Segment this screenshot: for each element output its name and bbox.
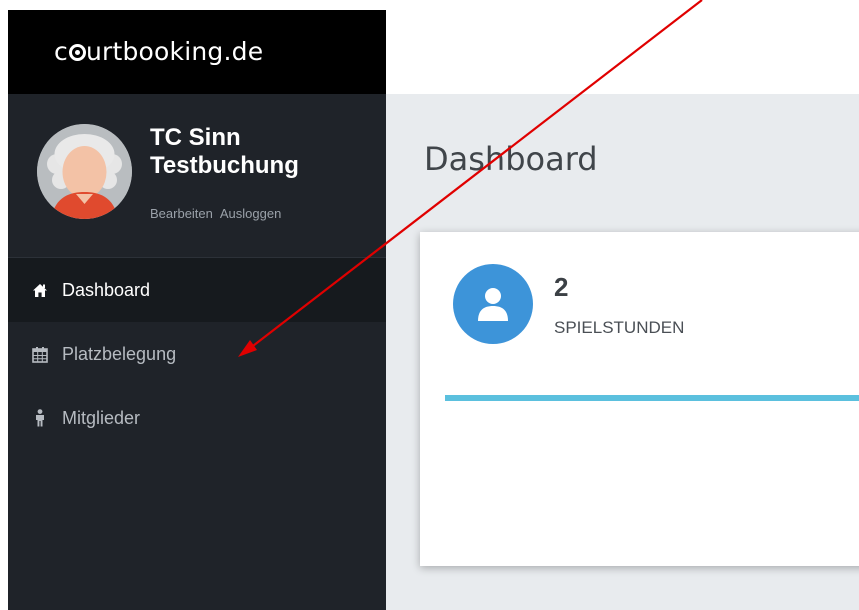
avatar <box>37 124 132 219</box>
sidebar-item-label: Dashboard <box>62 279 151 300</box>
brand-prefix: c <box>54 37 68 66</box>
calendar-icon <box>30 344 50 364</box>
progress-bar-fill <box>445 395 859 401</box>
sidebar-item-label: Mitglieder <box>62 407 141 428</box>
home-icon <box>30 280 50 300</box>
user-icon <box>453 264 533 344</box>
edit-profile-link[interactable]: Bearbeiten <box>150 206 213 221</box>
profile-panel: TC Sinn Testbuchung Bearbeiten Ausloggen <box>8 94 386 258</box>
club-name-line2: Testbuchung <box>150 152 299 179</box>
stat-label: SPIELSTUNDEN <box>554 318 685 337</box>
logout-link[interactable]: Ausloggen <box>220 206 281 221</box>
sidebar-item-mitglieder[interactable]: Mitglieder <box>8 386 386 450</box>
profile-links: Bearbeiten Ausloggen <box>150 206 288 221</box>
app-window: c urtbooking.de TC Sinn Testbuchung Bear… <box>8 10 859 610</box>
stat-value: 2 <box>554 272 569 302</box>
ball-logo-icon <box>68 44 86 61</box>
top-bar <box>386 10 859 94</box>
brand-suffix: urtbooking.de <box>85 37 264 66</box>
sidebar-item-platzbelegung[interactable]: Platzbelegung <box>8 322 386 386</box>
page-title: Dashboard <box>424 140 598 178</box>
sidebar: c urtbooking.de TC Sinn Testbuchung Bear… <box>8 10 386 610</box>
club-name: TC Sinn Testbuchung <box>150 124 380 180</box>
stat-card: 2 SPIELSTUNDEN <box>420 232 859 566</box>
sidebar-nav: Dashboard Platzbelegung Mitglieder <box>8 258 386 450</box>
brand-logo[interactable]: c urtbooking.de <box>8 10 386 94</box>
person-icon <box>30 408 50 428</box>
avatar-illustration-icon <box>37 124 132 219</box>
club-name-line1: TC Sinn <box>150 124 241 151</box>
sidebar-item-dashboard[interactable]: Dashboard <box>8 258 386 322</box>
sidebar-item-label: Platzbelegung <box>62 343 177 364</box>
progress-bar <box>445 395 859 401</box>
